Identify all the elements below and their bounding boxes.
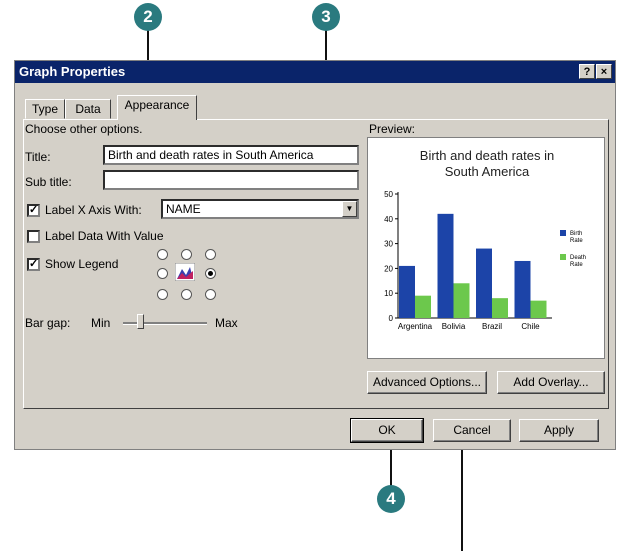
title-bar: Graph Properties: [15, 61, 615, 83]
x-tick-label: Brazil: [482, 322, 502, 331]
legend-label: Death: [570, 255, 586, 261]
legend-swatch: [560, 230, 566, 236]
dropdown-arrow-icon[interactable]: ▼: [342, 201, 357, 217]
subtitle-label: Sub title:: [25, 175, 72, 189]
subtitle-input[interactable]: [103, 170, 359, 190]
help-button[interactable]: ?: [579, 64, 595, 79]
bar-death-rate: [453, 283, 470, 318]
legend-pos-top-center[interactable]: [181, 249, 192, 260]
bar-gap-slider-track[interactable]: [123, 322, 207, 325]
legend-pos-bottom-center[interactable]: [181, 289, 192, 300]
close-button[interactable]: ×: [596, 64, 612, 79]
label-x-axis-select[interactable]: NAME: [161, 199, 359, 219]
y-tick-label: 50: [384, 190, 393, 199]
window-title: Graph Properties: [19, 64, 126, 79]
legend-label: Rate: [570, 238, 583, 244]
bar-death-rate: [530, 300, 547, 318]
advanced-options-button[interactable]: Advanced Options...: [367, 371, 487, 394]
callout-2: 2: [134, 3, 162, 31]
graph-properties-dialog: Graph Properties ? × Type Data Appearanc…: [14, 60, 616, 450]
cancel-button[interactable]: Cancel: [433, 419, 511, 442]
y-tick-label: 10: [384, 289, 393, 298]
label-x-axis-value: NAME: [166, 202, 201, 216]
callout-4: 4: [377, 485, 405, 513]
x-tick-label: Chile: [521, 322, 540, 331]
label-data-label: Label Data With Value: [45, 229, 164, 243]
bar-gap-min-label: Min: [91, 316, 111, 330]
preview-chart: 50 40 30 20 10 0 Argentina Bolivia Brazil Chile Bi…: [384, 190, 586, 331]
legend-pos-top-right[interactable]: [205, 249, 216, 260]
bar-birth-rate: [437, 213, 454, 318]
section-label: Choose other options.: [25, 122, 143, 136]
y-tick-label: 0: [389, 314, 394, 323]
legend-pos-middle-right[interactable]: [205, 268, 216, 279]
y-tick-label: 30: [384, 240, 393, 249]
label-x-axis-label: Label X Axis With:: [45, 203, 142, 217]
label-x-axis-checkbox[interactable]: ✓: [27, 204, 40, 217]
x-tick-label: Bolivia: [442, 322, 466, 331]
bar-birth-rate: [399, 265, 415, 318]
y-tick-label: 20: [384, 264, 393, 273]
callout-3: 3: [312, 3, 340, 31]
tab-appearance[interactable]: Appearance: [117, 95, 197, 120]
apply-button[interactable]: Apply: [519, 419, 599, 442]
chart-thumbnail-icon: [174, 262, 196, 282]
x-tick-label: Argentina: [398, 322, 433, 331]
legend-label: Birth: [570, 231, 582, 237]
show-legend-label: Show Legend: [45, 257, 119, 271]
bar-gap-slider-thumb[interactable]: [136, 314, 144, 329]
tab-type[interactable]: Type: [25, 99, 65, 119]
legend-pos-bottom-right[interactable]: [205, 289, 216, 300]
add-overlay-button[interactable]: Add Overlay...: [497, 371, 605, 394]
bar-death-rate: [415, 295, 431, 318]
legend-pos-middle-left[interactable]: [157, 268, 168, 279]
legend-swatch: [560, 254, 566, 260]
preview-label: Preview:: [369, 122, 416, 136]
bar-birth-rate: [514, 260, 531, 318]
tab-data[interactable]: Data: [65, 99, 111, 119]
bar-gap-max-label: Max: [215, 316, 238, 330]
ok-button[interactable]: OK: [350, 418, 424, 443]
y-tick-label: 40: [384, 215, 393, 224]
label-data-checkbox[interactable]: [27, 230, 40, 243]
title-input[interactable]: Birth and death rates in South America: [103, 145, 359, 165]
bar-death-rate: [492, 298, 508, 318]
bar-gap-label: Bar gap:: [25, 316, 71, 330]
legend-pos-top-left[interactable]: [157, 249, 168, 260]
legend-pos-bottom-left[interactable]: [157, 289, 168, 300]
preview-pane: Birth and death rates in South America 5…: [367, 137, 605, 359]
title-label: Title:: [25, 150, 51, 164]
bar-birth-rate: [476, 248, 492, 318]
legend-label: Rate: [570, 262, 583, 268]
show-legend-checkbox[interactable]: ✓: [27, 258, 40, 271]
